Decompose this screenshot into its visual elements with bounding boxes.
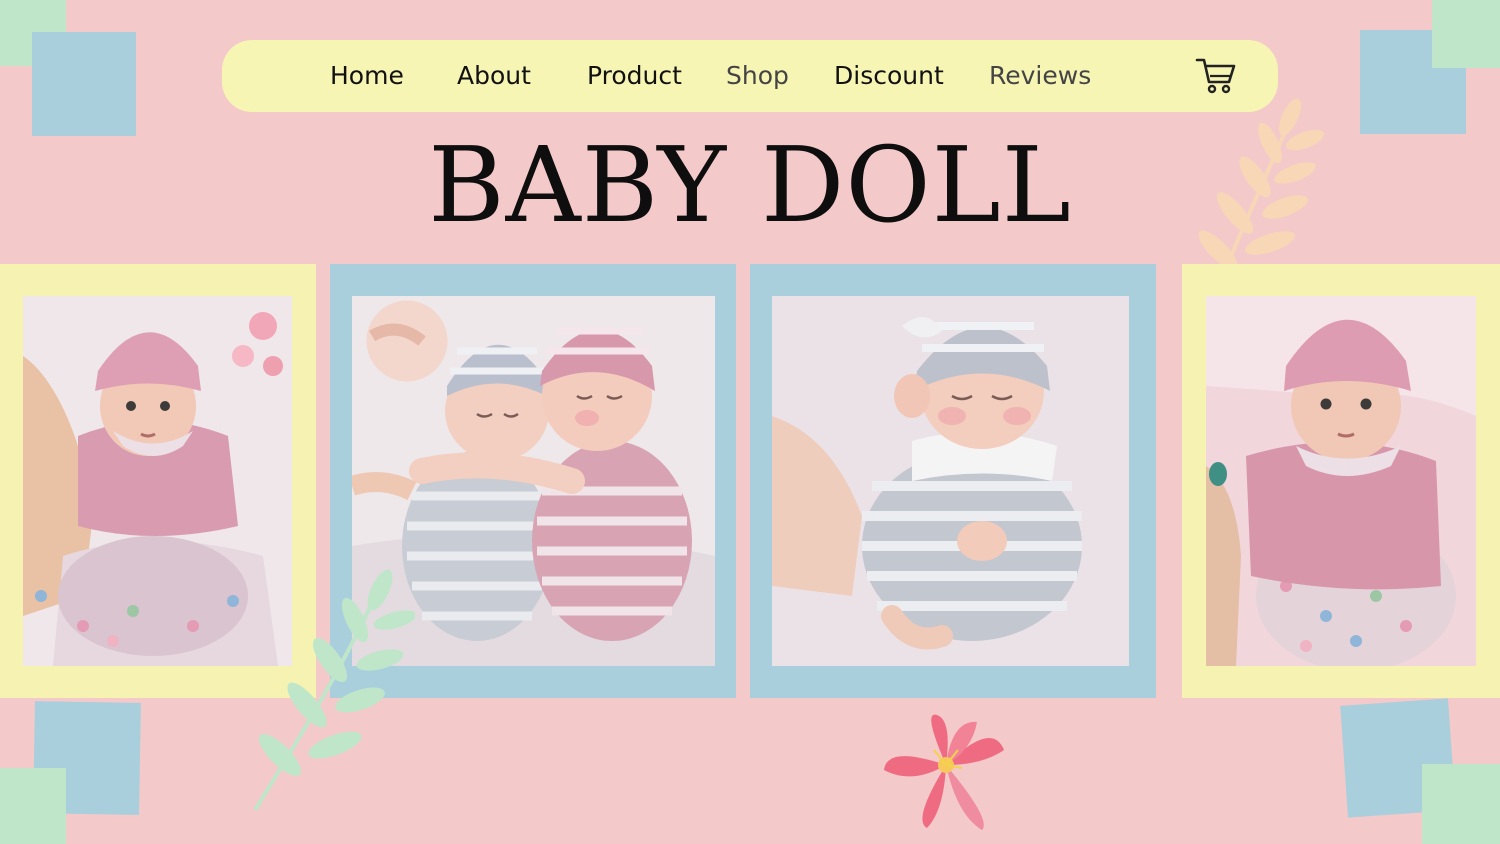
baby-doll-photo-3[interactable] <box>772 296 1129 666</box>
nav-reviews[interactable]: Reviews <box>989 40 1091 112</box>
lily-flower-icon <box>884 714 1004 830</box>
nav-product[interactable]: Product <box>587 40 682 112</box>
corner-square-green-bottom-left <box>0 768 66 844</box>
nav-about[interactable]: About <box>457 40 531 112</box>
baby-doll-photo-4[interactable] <box>1206 296 1476 666</box>
shopping-cart-icon[interactable] <box>1195 56 1237 96</box>
navigation-bar: Home About Product Shop Discount Reviews <box>222 40 1278 112</box>
sleeping-baby-doll-photo <box>772 296 1129 666</box>
nav-discount[interactable]: Discount <box>834 40 944 112</box>
corner-square-green-top-right <box>1432 0 1500 68</box>
nav-shop[interactable]: Shop <box>726 40 789 112</box>
nav-home[interactable]: Home <box>330 40 404 112</box>
baby-doll-held-photo <box>1206 296 1476 666</box>
corner-square-green-bottom-right <box>1422 764 1500 844</box>
green-leaf-branch-icon <box>253 569 415 812</box>
